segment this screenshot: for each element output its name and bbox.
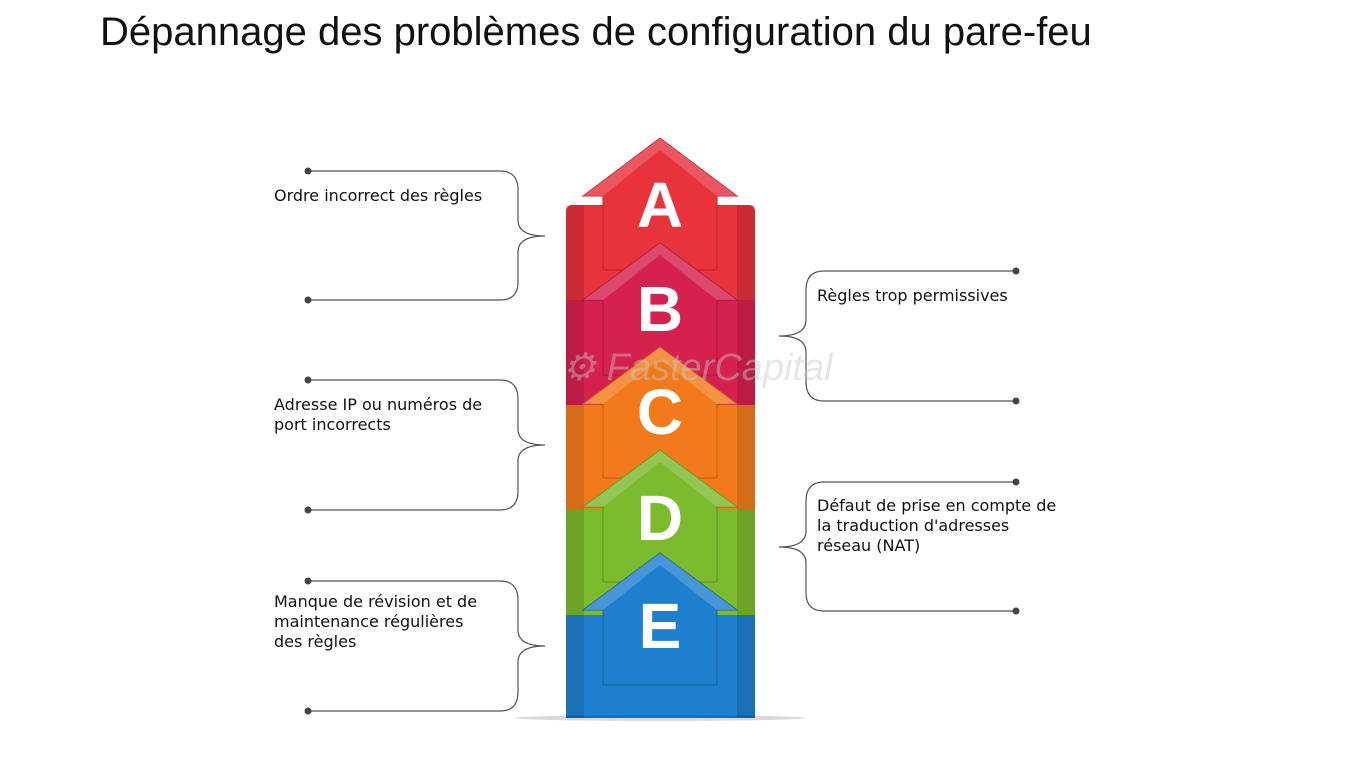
label-item-e: Manque de révision et de maintenance rég…	[274, 592, 478, 651]
bullet-dot	[1012, 478, 1020, 486]
bullet-dot	[304, 577, 312, 585]
bullet-dot	[304, 167, 312, 175]
letter-e: E	[639, 590, 682, 662]
bullet-dot	[304, 376, 312, 384]
label-item-d: Défaut de prise en compte de la traducti…	[817, 496, 1057, 555]
letter-a: A	[637, 169, 683, 241]
bullet-dot	[1012, 607, 1020, 615]
bullet-dot	[1012, 397, 1020, 405]
watermark-logo: ⚙ FasterCapital	[562, 347, 833, 389]
letter-d: D	[637, 482, 683, 554]
label-item-a: Ordre incorrect des règles	[274, 186, 483, 205]
letter-b: B	[637, 273, 683, 345]
bullet-dot	[304, 296, 312, 304]
label-item-c: Adresse IP ou numéros de port incorrects	[274, 395, 483, 434]
bullet-dot	[304, 707, 312, 715]
label-item-b: Règles trop permissives	[817, 286, 1008, 305]
bullet-dot	[1012, 267, 1020, 275]
bullet-dot	[304, 506, 312, 514]
